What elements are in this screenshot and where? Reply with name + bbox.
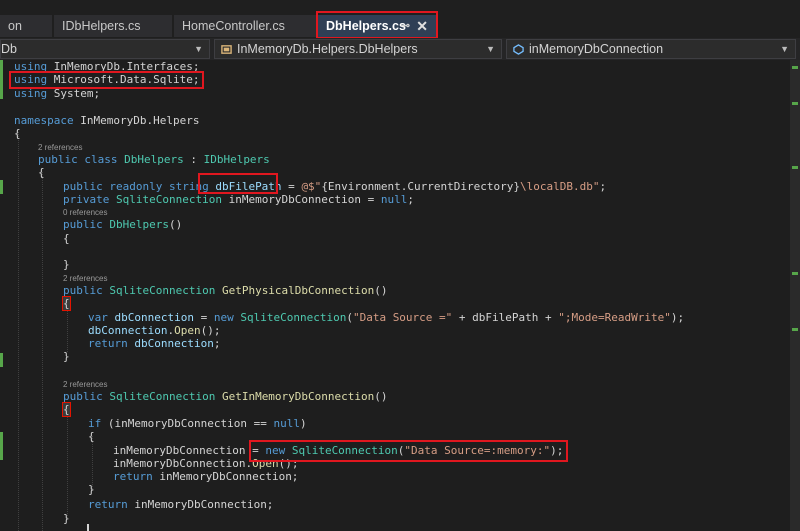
code-line-brace: } bbox=[63, 350, 70, 363]
code-line-class: public class DbHelpers : IDbHelpers bbox=[38, 153, 270, 166]
code-lens-references[interactable]: 2 references bbox=[63, 380, 107, 389]
scrollbar-change-marker bbox=[792, 66, 798, 69]
code-line-brace: } bbox=[88, 483, 95, 496]
tab-partial[interactable]: on bbox=[0, 15, 52, 37]
code-line-open: dbConnection.Open(); bbox=[88, 324, 221, 337]
code-line-var-dbconnection: var dbConnection = new SqliteConnection(… bbox=[88, 311, 685, 324]
tab-idbhelpers[interactable]: IDbHelpers.cs bbox=[54, 15, 172, 37]
code-lens-references[interactable]: 0 references bbox=[63, 208, 107, 217]
tab-label: IDbHelpers.cs bbox=[62, 19, 141, 33]
code-line-dbfilepath: public readonly string dbFilePath = @$"{… bbox=[63, 180, 607, 193]
code-line-return-inner: return inMemoryDbConnection; bbox=[113, 470, 299, 483]
chevron-down-icon: ▼ bbox=[194, 44, 203, 54]
vertical-scrollbar[interactable] bbox=[790, 60, 800, 531]
change-indicator bbox=[0, 73, 3, 99]
change-indicator bbox=[0, 446, 3, 460]
indent-guide bbox=[42, 172, 43, 531]
change-indicator bbox=[0, 180, 3, 194]
code-line-brace: } bbox=[63, 512, 70, 525]
scrollbar-change-marker bbox=[792, 102, 798, 105]
member-dropdown[interactable]: inMemoryDbConnection ▼ bbox=[506, 39, 796, 59]
field-icon bbox=[513, 44, 524, 55]
class-label: InMemoryDb.Helpers.DbHelpers bbox=[237, 42, 418, 56]
tab-homecontroller[interactable]: HomeController.cs bbox=[174, 15, 316, 37]
code-line-brace: { bbox=[88, 430, 95, 443]
code-line-namespace: namespace InMemoryDb.Helpers bbox=[14, 114, 200, 127]
tab-label: on bbox=[8, 19, 22, 33]
project-dropdown[interactable]: Db ▼ bbox=[0, 39, 210, 59]
indent-guide bbox=[67, 410, 68, 518]
code-line-getphysical: public SqliteConnection GetPhysicalDbCon… bbox=[63, 284, 388, 297]
code-line-brace: { bbox=[14, 127, 21, 140]
chevron-down-icon: ▼ bbox=[780, 44, 789, 54]
scrollbar-change-marker bbox=[792, 328, 798, 331]
change-indicator bbox=[0, 432, 3, 446]
text-caret bbox=[87, 524, 89, 531]
code-line-brace: { bbox=[62, 402, 71, 417]
highlight-box-memory-connection bbox=[249, 440, 568, 462]
code-line-field: private SqliteConnection inMemoryDbConne… bbox=[63, 193, 415, 206]
navigation-bar: Db ▼ InMemoryDb.Helpers.DbHelpers ▼ inMe… bbox=[0, 38, 800, 61]
highlight-box-active-tab bbox=[316, 11, 438, 39]
code-line-getinmemory: public SqliteConnection GetInMemoryDbCon… bbox=[63, 390, 388, 403]
scrollbar-change-marker bbox=[792, 272, 798, 275]
scrollbar-change-marker bbox=[792, 166, 798, 169]
change-indicator bbox=[0, 353, 3, 367]
indent-guide bbox=[18, 132, 19, 531]
code-line-return: return dbConnection; bbox=[88, 337, 221, 350]
chevron-down-icon: ▼ bbox=[486, 44, 495, 54]
change-indicator bbox=[0, 60, 3, 73]
tab-label: HomeController.cs bbox=[182, 19, 285, 33]
code-line-brace: { bbox=[62, 296, 71, 311]
code-line-return-outer: return inMemoryDbConnection; bbox=[88, 498, 274, 511]
code-line-brace: { bbox=[38, 166, 45, 179]
indent-guide bbox=[67, 304, 68, 352]
highlight-box-using-sqlite bbox=[9, 71, 204, 89]
code-line-ctor: public DbHelpers() bbox=[63, 218, 183, 231]
code-line-if: if (inMemoryDbConnection == null) bbox=[88, 417, 307, 430]
highlight-box-dbfilepath bbox=[198, 173, 278, 194]
project-label: Db bbox=[1, 42, 17, 56]
class-icon bbox=[221, 45, 232, 54]
code-lens-references[interactable]: 2 references bbox=[38, 143, 82, 152]
code-line-brace: { bbox=[63, 232, 70, 245]
member-label: inMemoryDbConnection bbox=[529, 42, 664, 56]
code-line-brace: } bbox=[63, 258, 70, 271]
code-lens-references[interactable]: 2 references bbox=[63, 274, 107, 283]
class-dropdown[interactable]: InMemoryDb.Helpers.DbHelpers ▼ bbox=[214, 39, 502, 59]
